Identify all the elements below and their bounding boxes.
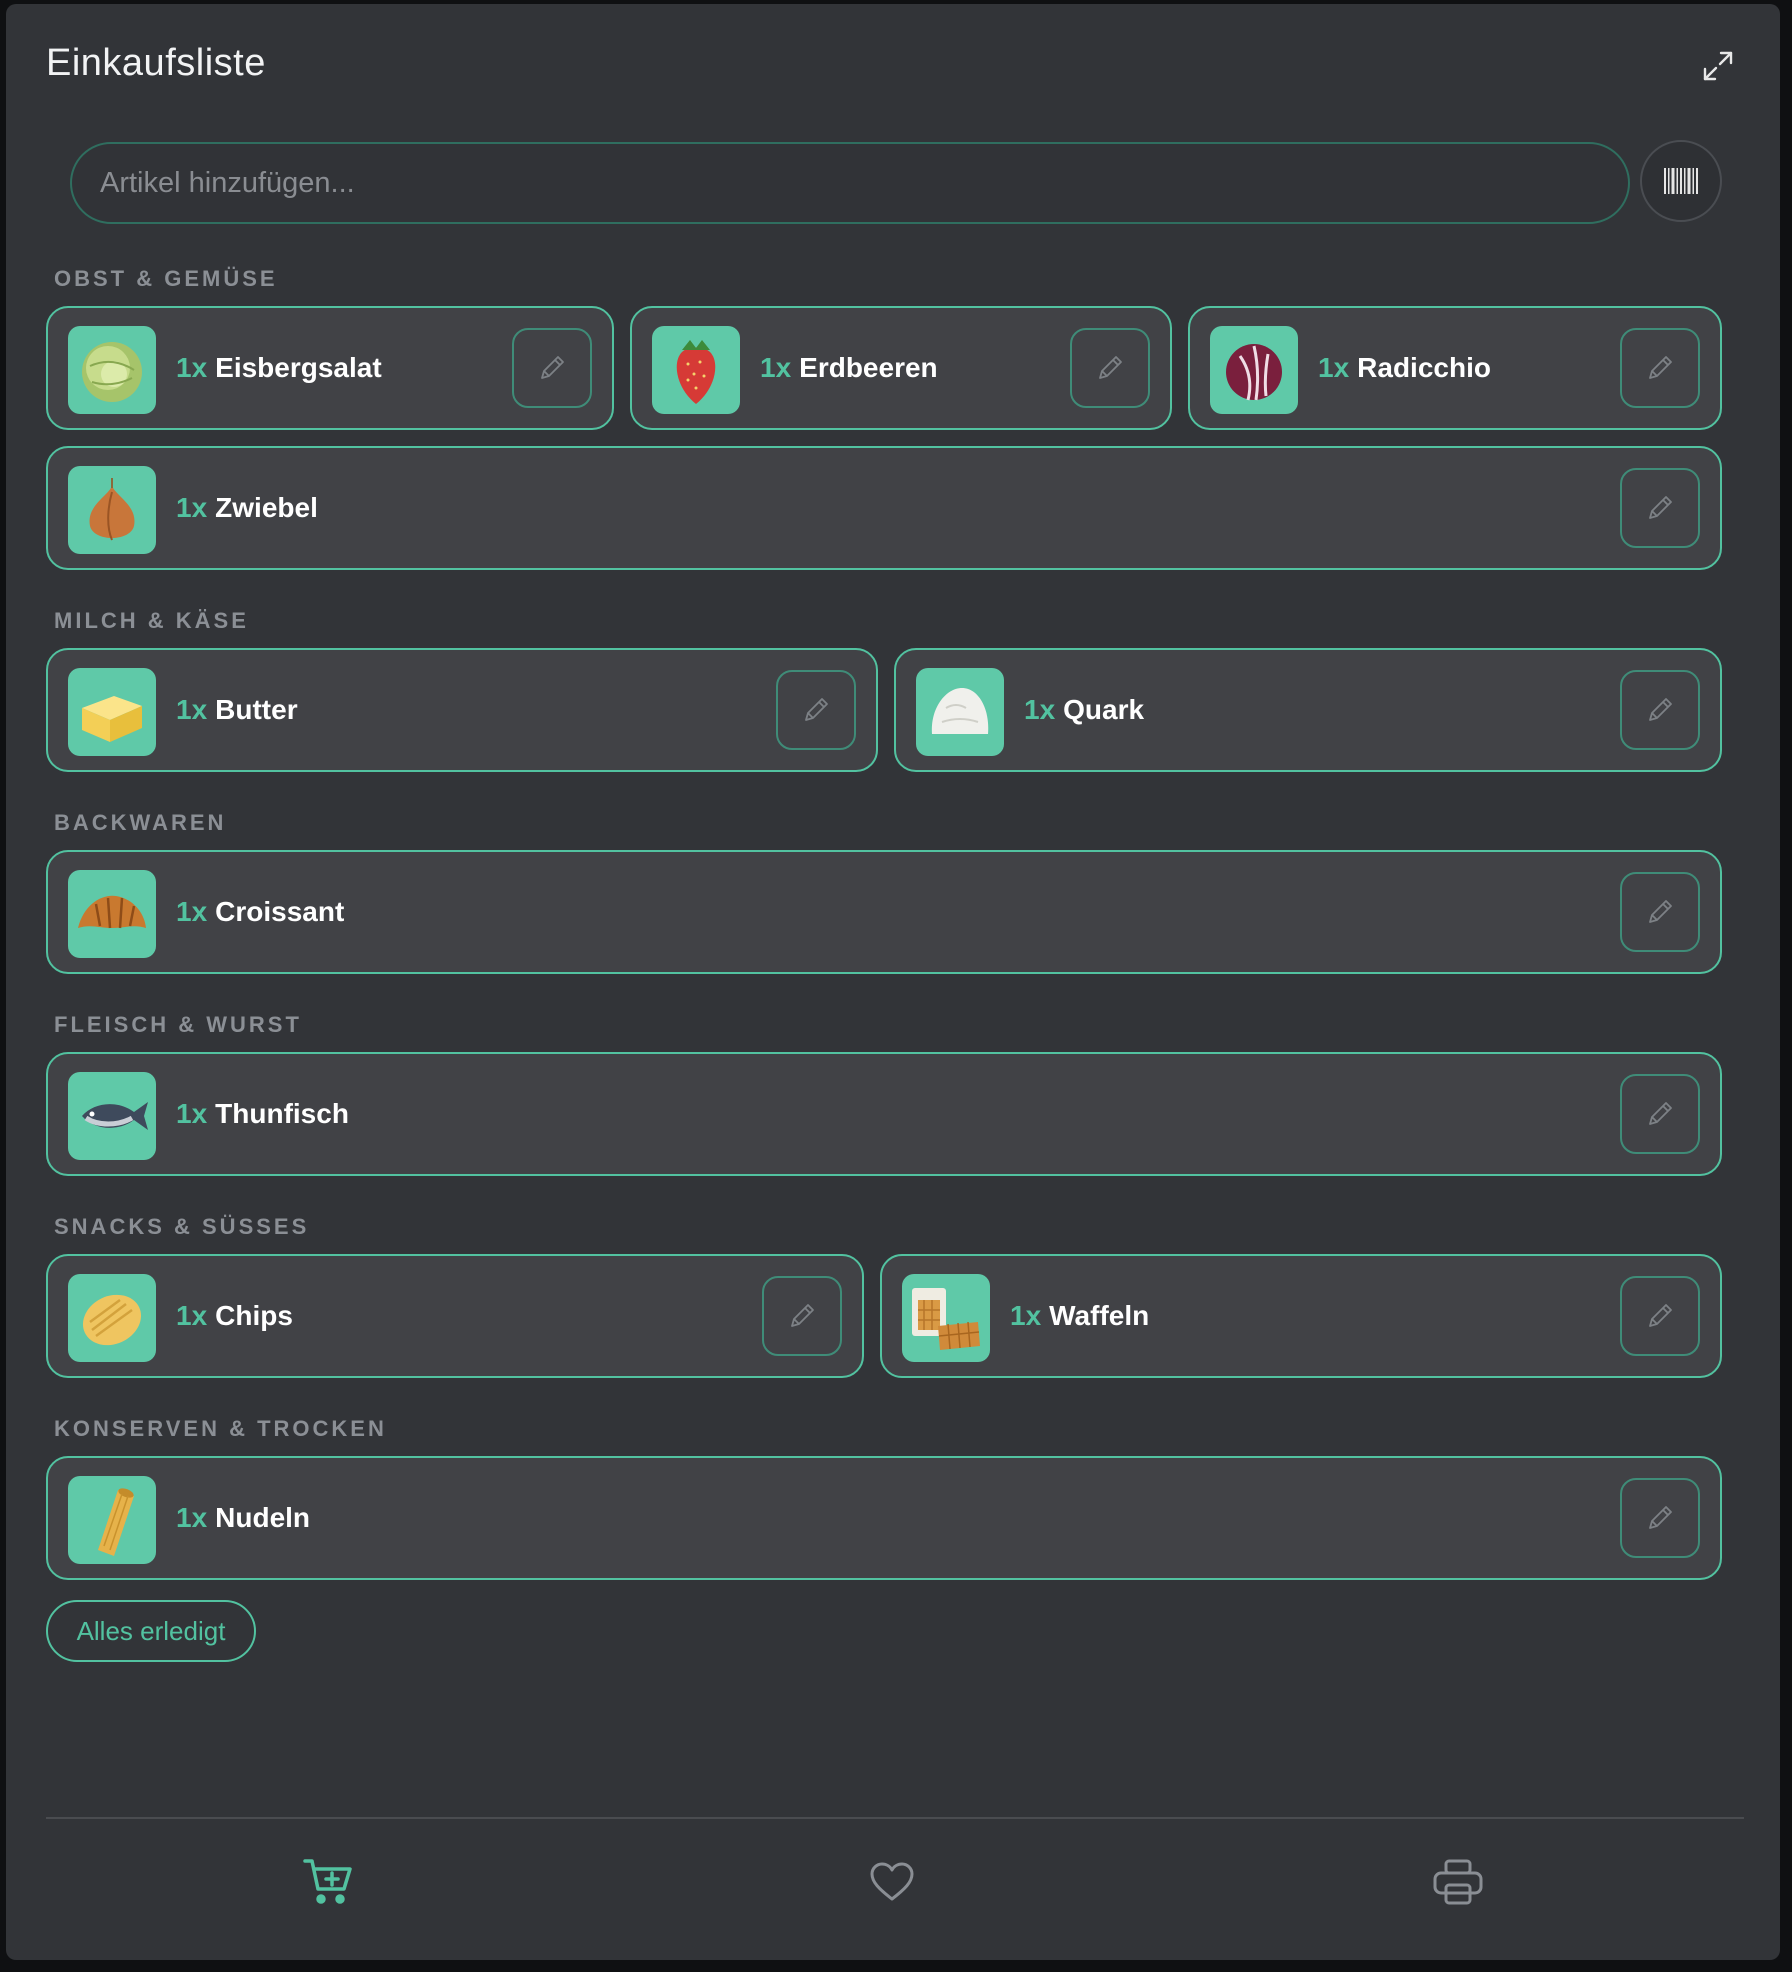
item-name: Quark	[1063, 694, 1145, 725]
chips-icon	[68, 1274, 156, 1362]
nav-favorites[interactable]	[860, 1850, 924, 1914]
cart-add-icon	[303, 1859, 352, 1904]
list-item-thunfisch[interactable]: 1x Thunfisch	[46, 1052, 1722, 1176]
edit-button[interactable]	[1620, 328, 1700, 408]
pencil-icon	[1099, 356, 1122, 379]
list-item-zwiebel[interactable]: 1x Zwiebel	[46, 446, 1722, 570]
list-item-eisbergsalat[interactable]: 1x Eisbergsalat	[46, 306, 614, 430]
page-title: Einkaufsliste	[46, 42, 266, 84]
pencil-icon	[541, 356, 564, 379]
category-label-fleisch-wurst: FLEISCH & WURST	[54, 1012, 302, 1037]
edit-button[interactable]	[1620, 468, 1700, 548]
edit-button[interactable]	[1620, 1074, 1700, 1154]
item-quantity: 1x	[1318, 352, 1350, 383]
pencil-icon	[1649, 698, 1672, 721]
item-name: Radicchio	[1357, 352, 1491, 383]
strawberry-icon	[652, 326, 740, 414]
item-quantity: 1x	[176, 352, 208, 383]
category-label-milch-kaese: MILCH & KÄSE	[54, 608, 249, 633]
onion-icon	[68, 466, 156, 554]
pencil-icon	[1649, 900, 1672, 923]
category-label-snacks-suesses: SNACKS & SÜSSES	[54, 1214, 310, 1239]
list-item-waffeln[interactable]: 1x Waffeln	[880, 1254, 1722, 1378]
pencil-icon	[1649, 1102, 1672, 1125]
printer-icon	[1433, 1859, 1483, 1905]
item-quantity: 1x	[176, 1300, 208, 1331]
quark-icon	[916, 668, 1004, 756]
item-name: Croissant	[215, 896, 345, 927]
footer-divider	[46, 1817, 1744, 1819]
pencil-icon	[805, 698, 828, 721]
pencil-icon	[1649, 1506, 1672, 1529]
item-name: Zwiebel	[215, 492, 318, 523]
nav-print[interactable]	[1426, 1850, 1490, 1914]
pencil-icon	[1649, 1304, 1672, 1327]
item-name: Eisbergsalat	[215, 352, 382, 383]
item-name: Erdbeeren	[799, 352, 938, 383]
pencil-icon	[791, 1304, 814, 1327]
item-name: Chips	[215, 1300, 293, 1331]
item-quantity: 1x	[176, 492, 208, 523]
barcode-scan-button[interactable]	[1640, 140, 1722, 222]
edit-button[interactable]	[1620, 872, 1700, 952]
item-quantity: 1x	[1024, 694, 1056, 725]
butter-icon	[68, 668, 156, 756]
item-quantity: 1x	[760, 352, 792, 383]
item-quantity: 1x	[176, 694, 208, 725]
list-item-croissant[interactable]: 1x Croissant	[46, 850, 1722, 974]
item-quantity: 1x	[176, 1502, 208, 1533]
edit-button[interactable]	[776, 670, 856, 750]
list-item-butter[interactable]: 1x Butter	[46, 648, 878, 772]
radicchio-icon	[1210, 326, 1298, 414]
edit-button[interactable]	[762, 1276, 842, 1356]
heart-icon	[870, 1862, 914, 1901]
item-name: Nudeln	[215, 1502, 311, 1533]
item-name: Thunfisch	[215, 1098, 349, 1129]
category-label-obst-gemuese: OBST & GEMÜSE	[54, 266, 278, 291]
category-label-konserven-trocken: KONSERVEN & TROCKEN	[54, 1416, 387, 1441]
item-quantity: 1x	[176, 1098, 208, 1129]
edit-button[interactable]	[1070, 328, 1150, 408]
edit-button[interactable]	[512, 328, 592, 408]
tuna-icon	[68, 1072, 156, 1160]
pencil-icon	[1649, 496, 1672, 519]
pasta-icon	[68, 1476, 156, 1564]
waffle-icon	[902, 1274, 990, 1362]
expand-button[interactable]	[1696, 44, 1740, 88]
shopping-list-panel: Einkaufsliste OBST & GEMÜSE	[6, 4, 1780, 1960]
search-field	[70, 142, 1630, 224]
barcode-icon	[1664, 168, 1698, 194]
edit-button[interactable]	[1620, 670, 1700, 750]
edit-button[interactable]	[1620, 1478, 1700, 1558]
list-item-erdbeeren[interactable]: 1x Erdbeeren	[630, 306, 1172, 430]
item-name: Butter	[215, 694, 298, 725]
category-label-backwaren: BACKWAREN	[54, 810, 227, 835]
lettuce-icon	[68, 326, 156, 414]
all-done-button[interactable]: Alles erledigt	[46, 1600, 256, 1662]
list-item-radicchio[interactable]: 1x Radicchio	[1188, 306, 1722, 430]
nav-shopping-list[interactable]	[296, 1850, 360, 1914]
item-name: Waffeln	[1049, 1300, 1150, 1331]
list-item-quark[interactable]: 1x Quark	[894, 648, 1722, 772]
croissant-icon	[68, 870, 156, 958]
item-quantity: 1x	[176, 896, 208, 927]
add-item-input[interactable]	[72, 144, 1628, 222]
list-item-nudeln[interactable]: 1x Nudeln	[46, 1456, 1722, 1580]
edit-button[interactable]	[1620, 1276, 1700, 1356]
list-item-chips[interactable]: 1x Chips	[46, 1254, 864, 1378]
pencil-icon	[1649, 356, 1672, 379]
item-quantity: 1x	[1010, 1300, 1042, 1331]
expand-icon	[1703, 51, 1733, 81]
